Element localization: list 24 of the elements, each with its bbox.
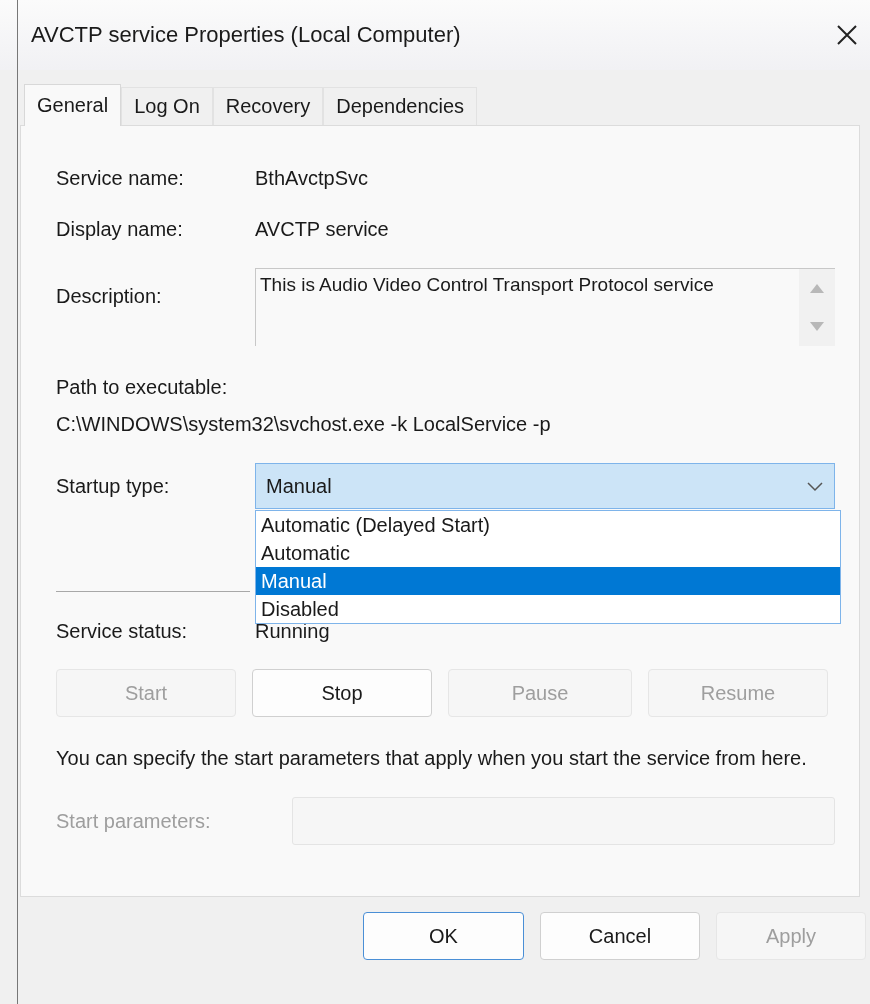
tab[interactable]: Recovery [212, 87, 324, 125]
path-value: C:\WINDOWS\system32\svchost.exe -k LocalService -p [56, 412, 552, 437]
field-label: Path to executable: [56, 375, 229, 400]
field-label: Startup type: [56, 474, 171, 499]
field-label: Display name: [56, 217, 184, 242]
info-text: You can specify the start parameters that apply when you start the service from here. [56, 746, 808, 771]
description-text: This is Audio Video Control Transport Protocol service [259, 273, 715, 297]
display-name-value: AVCTP service [255, 217, 390, 242]
tab[interactable]: Log On [121, 87, 213, 125]
tab[interactable]: Dependencies [323, 87, 478, 125]
startup-type-dropdown[interactable]: Manual [255, 463, 835, 509]
field-label: Service name: [56, 166, 185, 191]
service-name-value: BthAvctpSvc [255, 166, 370, 191]
tab[interactable]: General [24, 84, 122, 126]
dropdown-option[interactable]: Automatic (Delayed Start) [256, 511, 840, 539]
field-label: Service status: [56, 619, 189, 644]
service-control-button[interactable]: Stop [252, 669, 432, 717]
field-label: Start parameters: [56, 809, 212, 834]
window-title: AVCTP service Properties (Local Computer) [31, 22, 461, 48]
dialog-button[interactable]: Cancel [540, 912, 700, 960]
dropdown-option[interactable]: Automatic [256, 539, 840, 567]
field-label: Description: [56, 284, 163, 309]
dropdown-option[interactable]: Manual [256, 567, 840, 595]
dialog-button[interactable]: OK [363, 912, 524, 960]
